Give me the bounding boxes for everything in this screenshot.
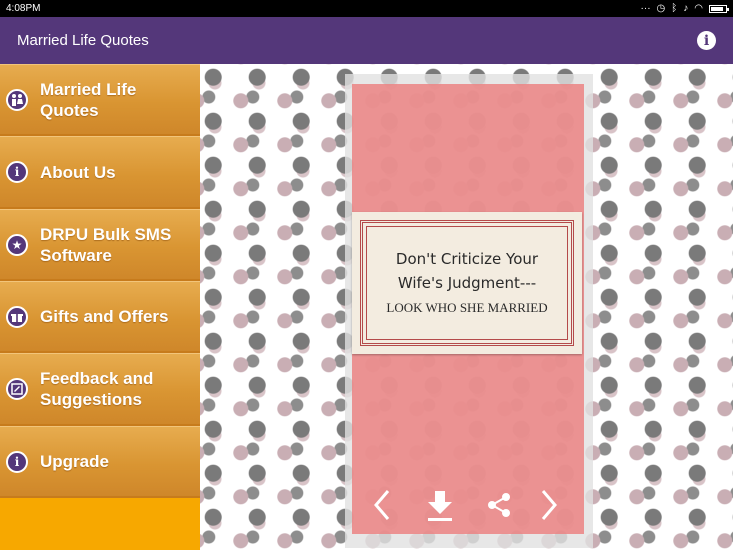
menu-label: Feedback and Suggestions xyxy=(40,368,153,410)
couple-icon xyxy=(6,88,28,111)
quote-viewer: Don't Criticize Your Wife's Judgment--- … xyxy=(200,64,733,550)
menu-label-line2: Suggestions xyxy=(40,390,143,409)
menu-label: DRPU Bulk SMS Software xyxy=(40,224,171,266)
app-title: Married Life Quotes xyxy=(17,32,149,49)
chevron-left-icon[interactable] xyxy=(373,489,391,526)
menu-label: Married Life Quotes xyxy=(40,79,136,121)
menu-label-line1: About Us xyxy=(40,162,116,182)
gift-icon xyxy=(6,305,28,328)
menu-label: Gifts and Offers xyxy=(40,306,168,327)
wifi-icon: ◠ xyxy=(694,2,703,14)
menu-label-line2: Quotes xyxy=(40,100,99,120)
status-bar: 4:08PM ··· ◷ ᛒ ♪ ◠ xyxy=(0,0,733,17)
quote-border: Don't Criticize Your Wife's Judgment--- … xyxy=(360,220,574,346)
menu-label: About Us xyxy=(40,162,116,183)
navigation-drawer: Married Life Quotes i About Us ★ DRPU Bu… xyxy=(0,64,200,550)
menu-item-gifts-and-offers[interactable]: Gifts and Offers xyxy=(0,281,200,353)
battery-icon xyxy=(709,4,729,13)
dots-icon: ··· xyxy=(640,2,651,14)
menu-item-about-us[interactable]: i About Us xyxy=(0,136,200,209)
quote-line1: Don't Criticize Your xyxy=(395,250,539,268)
alarm-icon: ◷ xyxy=(656,2,666,14)
menu-label-line1: Upgrade xyxy=(40,452,109,471)
chevron-right-icon[interactable] xyxy=(540,489,558,526)
menu-item-married-life-quotes[interactable]: Married Life Quotes xyxy=(0,64,200,136)
menu-label-line1: Feedback and xyxy=(40,369,154,388)
menu-label-line1: Gifts and Offers xyxy=(40,307,169,326)
info-icon: i xyxy=(6,161,28,183)
info-icon[interactable]: i xyxy=(697,31,716,50)
status-time: 4:08PM xyxy=(6,3,41,14)
menu-label-line1: DRPU Bulk SMS xyxy=(40,224,172,244)
share-icon[interactable] xyxy=(486,492,512,523)
menu-item-feedback[interactable]: Feedback and Suggestions xyxy=(0,353,200,426)
star-icon: ★ xyxy=(6,233,28,256)
download-icon[interactable] xyxy=(426,489,454,528)
quote-line2: Wife's Judgment--- xyxy=(397,274,537,292)
app-bar: Married Life Quotes i xyxy=(0,17,733,64)
quote-line3: LOOK WHO SHE MARRIED xyxy=(386,300,548,315)
silent-icon: ♪ xyxy=(683,2,689,14)
status-icons: ··· ◷ ᛒ ♪ ◠ xyxy=(640,2,729,14)
quote-card: Don't Criticize Your Wife's Judgment--- … xyxy=(352,212,582,354)
bluetooth-icon: ᛒ xyxy=(671,2,678,14)
menu-label: Upgrade xyxy=(40,451,109,472)
menu-label-line2: Software xyxy=(40,245,112,265)
info-icon: i xyxy=(6,450,28,473)
menu-item-drpu-bulk-sms[interactable]: ★ DRPU Bulk SMS Software xyxy=(0,209,200,281)
menu-label-line1: Married Life xyxy=(40,79,137,99)
feedback-icon xyxy=(6,378,28,400)
menu-item-upgrade[interactable]: i Upgrade xyxy=(0,426,200,498)
